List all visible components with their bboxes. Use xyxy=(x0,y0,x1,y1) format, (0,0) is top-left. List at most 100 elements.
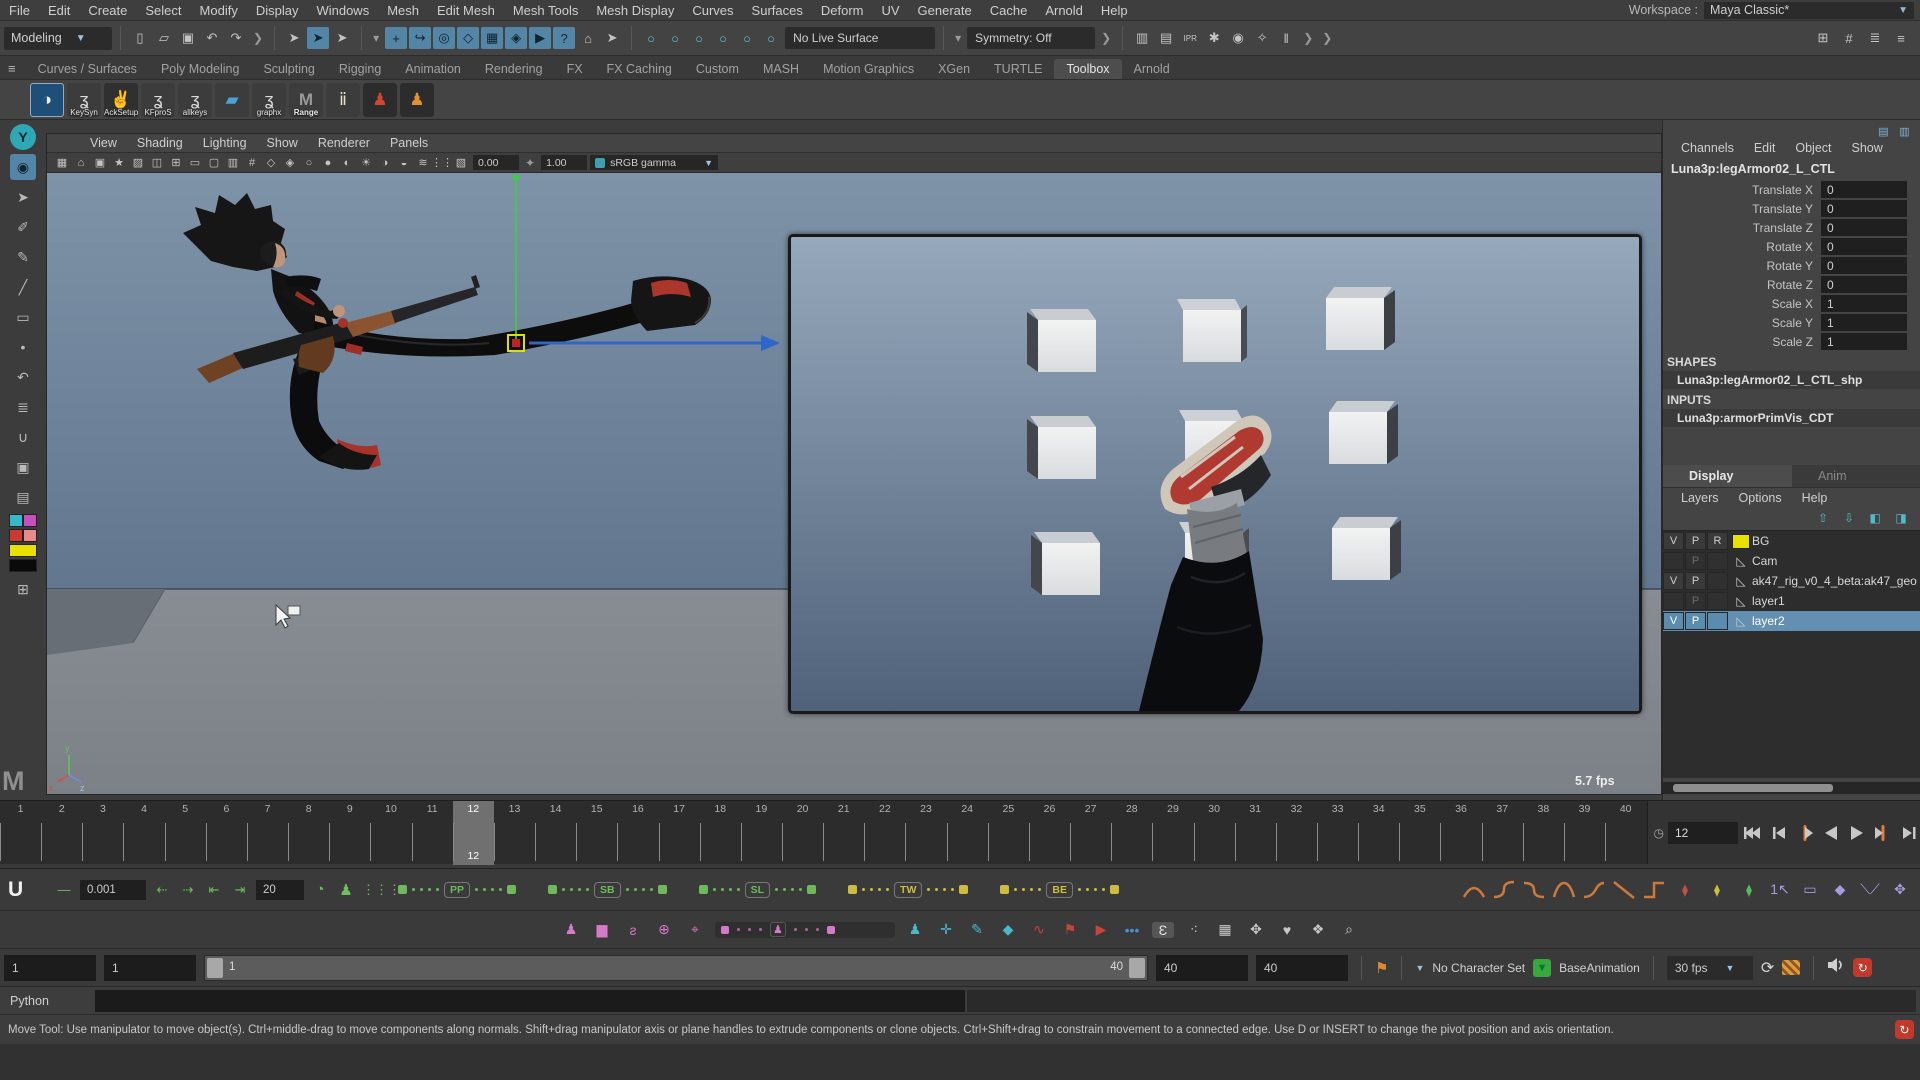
character-set-value[interactable]: No Character Set xyxy=(1432,961,1525,975)
animation-start-field[interactable]: 1 xyxy=(4,955,96,981)
new-scene-icon[interactable]: ▯ xyxy=(129,27,151,49)
frame-27[interactable]: 27 xyxy=(1070,801,1111,865)
world-space-icon[interactable]: ⊕ xyxy=(653,921,675,938)
shelf-tab-mash[interactable]: MASH xyxy=(751,59,811,79)
layer-menu-options[interactable]: Options xyxy=(1731,491,1790,505)
frame-34[interactable]: 34 xyxy=(1358,801,1399,865)
viewport-canvas[interactable]: y x z 5.7 fps xyxy=(47,173,1661,794)
undo-arrow-icon[interactable]: ↶ xyxy=(10,364,36,390)
shelf-item-robot-red[interactable]: ♟ xyxy=(363,83,397,117)
bookmark-icon[interactable]: ★ xyxy=(110,154,128,172)
pivot-axis-icon[interactable]: ✛ xyxy=(935,921,957,938)
marker-square[interactable] xyxy=(959,885,968,894)
line-icon[interactable]: ╱ xyxy=(10,274,36,300)
shelf-item-robot-orange[interactable]: ♟ xyxy=(400,83,434,117)
undo-icon[interactable]: ↶ xyxy=(201,27,223,49)
menu-item-file[interactable]: File xyxy=(0,3,39,18)
show-layereditor-icon[interactable]: ▥ xyxy=(1897,124,1912,139)
channel-attr-value[interactable]: 1 xyxy=(1821,314,1907,331)
history-toggle-icon[interactable]: ? xyxy=(553,27,575,49)
marker-square[interactable] xyxy=(548,885,557,894)
frame-4[interactable]: 4 xyxy=(123,801,164,865)
lock-icon[interactable]: ⌂ xyxy=(577,27,599,49)
channel-attr-value[interactable]: 0 xyxy=(1821,200,1907,217)
layer-name[interactable]: layer1 xyxy=(1752,594,1785,608)
marker-square[interactable] xyxy=(507,885,516,894)
speaker-icon[interactable] xyxy=(1827,957,1845,978)
shelf-tab-fx[interactable]: FX xyxy=(555,59,595,79)
shelf-item-allkeys[interactable]: ʓallkeys xyxy=(178,83,212,117)
frame-20[interactable]: 20 xyxy=(782,801,823,865)
reverse-s-curve-icon[interactable] xyxy=(1522,879,1546,901)
make-live-icon[interactable]: ◈ xyxy=(505,27,527,49)
shelf-tab-poly-modeling[interactable]: Poly Modeling xyxy=(149,59,252,79)
viewport-menu-lighting[interactable]: Lighting xyxy=(194,136,256,150)
shelf-item-keysyn[interactable]: ʓKeySyn xyxy=(67,83,101,117)
gamma-field[interactable]: 1.00 xyxy=(541,155,587,170)
marker-chip-sl[interactable]: SL xyxy=(745,882,770,898)
frame-40[interactable]: 40 xyxy=(1605,801,1646,865)
live-surface-field[interactable]: No Live Surface xyxy=(785,27,935,49)
shelf-item-maya[interactable]: ◑ xyxy=(30,83,64,117)
step-forward-key-button[interactable] xyxy=(1872,822,1894,844)
launch-lookdev-icon[interactable]: ◉ xyxy=(1227,27,1249,49)
construction-ring-icon-6[interactable]: ○ xyxy=(760,27,782,49)
redo-icon[interactable]: ↷ xyxy=(225,27,247,49)
snap-view-icon[interactable]: ▦ xyxy=(481,27,503,49)
marker-square[interactable] xyxy=(848,885,857,894)
two-panes-icon[interactable]: ◫ xyxy=(148,154,166,172)
command-input[interactable] xyxy=(95,990,965,1012)
shelf-tab-sculpting[interactable]: Sculpting xyxy=(251,59,326,79)
shelf-tab-turtle[interactable]: TURTLE xyxy=(982,59,1054,79)
new-empty-layer-icon[interactable]: ◧ xyxy=(1867,510,1883,526)
viewport-menu-panels[interactable]: Panels xyxy=(381,136,437,150)
yellow-key-icon[interactable]: ⧫ xyxy=(1704,883,1730,897)
marker-chip-sb[interactable]: SB xyxy=(594,882,621,898)
play-flag-icon[interactable]: ▶ xyxy=(1090,921,1112,938)
fps-dropdown[interactable]: 30 fps ▼ xyxy=(1667,956,1753,980)
shelf-item-kfpros[interactable]: ʓKFproS xyxy=(141,83,175,117)
group-divider[interactable]: ❯ xyxy=(253,31,263,45)
frame-15[interactable]: 15 xyxy=(576,801,617,865)
plateau-curve-icon[interactable] xyxy=(1582,879,1606,901)
marker-chip-pp[interactable]: PP xyxy=(444,882,470,898)
frame-37[interactable]: 37 xyxy=(1482,801,1523,865)
green-key-icon[interactable]: ⧫ xyxy=(1736,883,1762,897)
layer-row-layer2[interactable]: VP◺layer2 xyxy=(1663,611,1920,631)
open-scene-icon[interactable]: ▱ xyxy=(153,27,175,49)
layer-display-type-toggle[interactable] xyxy=(1707,612,1728,630)
save-scene-icon[interactable]: ▣ xyxy=(177,27,199,49)
layer-menu-help[interactable]: Help xyxy=(1794,491,1836,505)
channel-attr-value[interactable]: 0 xyxy=(1821,257,1907,274)
color-swatch[interactable] xyxy=(9,529,23,542)
marker-chip-be[interactable]: BE xyxy=(1046,882,1073,898)
frame-30[interactable]: 30 xyxy=(1194,801,1235,865)
loop-playback-icon[interactable]: ⟳ xyxy=(1761,958,1774,978)
shift-keys-right-icon[interactable]: ⇥ xyxy=(230,882,250,898)
diamond-key-icon[interactable]: ◆ xyxy=(997,921,1019,938)
spreadsheet-icon[interactable]: ▦ xyxy=(1214,921,1236,938)
key-diamond-select-icon[interactable]: ◆ xyxy=(1828,881,1852,898)
channel-box-menu-object[interactable]: Object xyxy=(1787,141,1839,155)
animation-end-field[interactable]: 40 xyxy=(1256,955,1348,981)
selected-node-name[interactable]: Luna3p:legArmor02_L_CTL xyxy=(1663,159,1920,180)
layer-name[interactable]: layer2 xyxy=(1752,614,1785,628)
frame-count-field[interactable]: 20 xyxy=(256,880,304,900)
menu-item-uv[interactable]: UV xyxy=(872,3,908,18)
frame-8[interactable]: 8 xyxy=(288,801,329,865)
playback-end-field[interactable]: 40 xyxy=(1156,955,1248,981)
frame-9[interactable]: 9 xyxy=(329,801,370,865)
pose-strip-item[interactable]: ♟ xyxy=(770,922,786,937)
shelf-tab-motion-graphics[interactable]: Motion Graphics xyxy=(811,59,926,79)
character-picker-icon[interactable]: ✥ xyxy=(1245,921,1267,938)
marker-square[interactable] xyxy=(807,885,816,894)
snap-point-icon[interactable]: ◎ xyxy=(433,27,455,49)
layer-row-cam[interactable]: P◺Cam xyxy=(1663,551,1920,571)
range-start-handle[interactable] xyxy=(207,958,223,978)
hook-icon[interactable]: ƨ xyxy=(622,922,644,938)
layer-color-swatch[interactable] xyxy=(1732,534,1750,549)
pose-strip-item[interactable] xyxy=(721,926,729,934)
marker-square[interactable] xyxy=(1000,885,1009,894)
scrollbar-thumb[interactable] xyxy=(1673,784,1833,792)
layer-visibility-toggle[interactable]: V xyxy=(1663,572,1684,590)
